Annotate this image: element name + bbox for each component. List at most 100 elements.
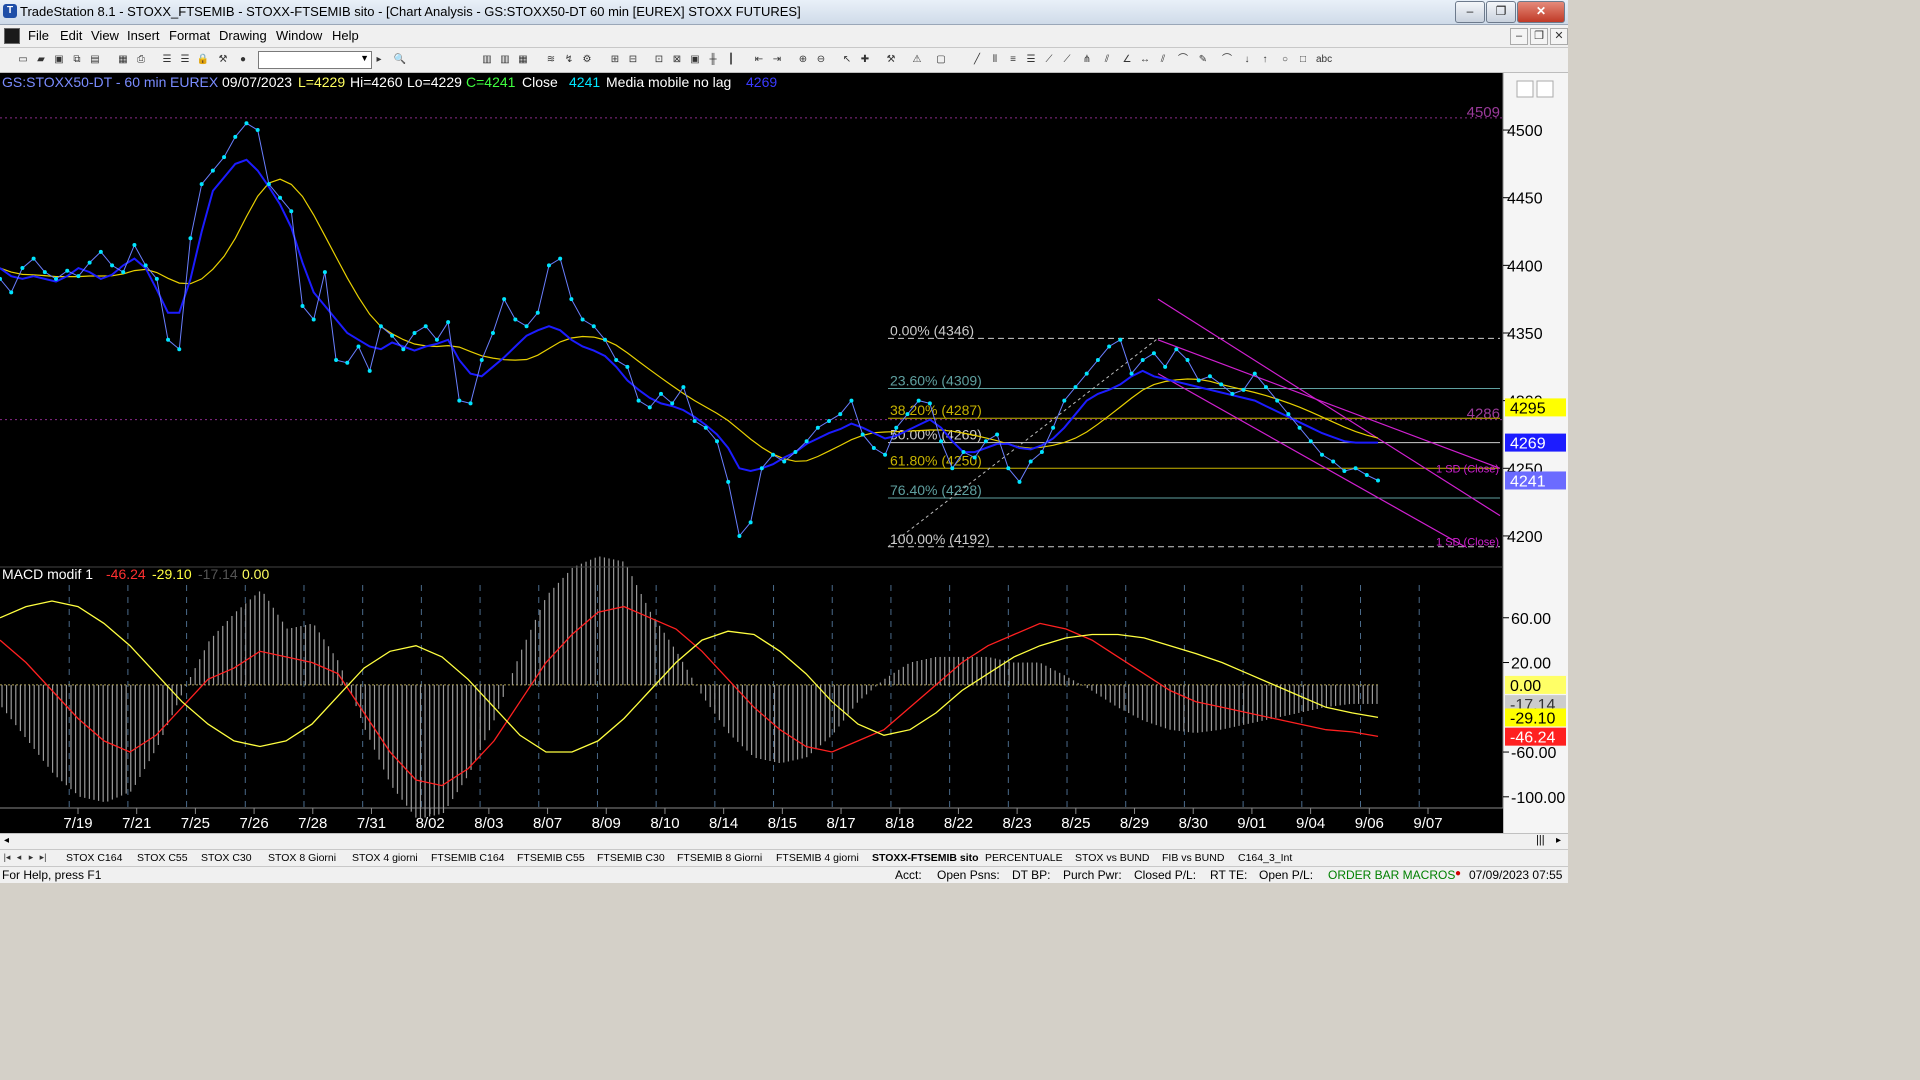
maximize-button[interactable]: ❐ — [1486, 1, 1516, 23]
tab-last-icon[interactable]: ▸| — [38, 851, 48, 864]
minimize-button[interactable]: – — [1455, 1, 1485, 23]
mdi-minimize-button[interactable]: – — [1510, 28, 1528, 45]
tab-stoxx-ftsemib-sito[interactable]: STOXX-FTSEMIB sito — [872, 851, 979, 865]
tab-ftsemib-c30[interactable]: FTSEMIB C30 — [597, 851, 665, 865]
chart-symbol-label: GS:STOXX50-DT - 60 min — [2, 74, 166, 90]
speed-lines-icon[interactable]: ⟋ — [1060, 53, 1074, 66]
tab-stox-vs-bund[interactable]: STOX vs BUND — [1075, 851, 1149, 865]
gann-fan-icon[interactable]: ⟋ — [1042, 53, 1056, 66]
tab-stox-c55[interactable]: STOX C55 — [137, 851, 188, 865]
tab-next-icon[interactable]: ▸ — [26, 851, 36, 864]
paste-icon[interactable]: ▤ — [88, 53, 102, 66]
tab-ftsemib-4-giorni[interactable]: FTSEMIB 4 giorni — [776, 851, 859, 865]
x-tick-label: 8/15 — [768, 815, 797, 832]
tab-ftsemib-c164[interactable]: FTSEMIB C164 — [431, 851, 505, 865]
tab-fib-vs-bund[interactable]: FIB vs BUND — [1162, 851, 1224, 865]
print-preview-icon[interactable]: ▦ — [116, 53, 130, 66]
scroll-right-arrow-icon[interactable]: ▸ — [1556, 835, 1561, 846]
window-layout-icon[interactable]: ▥ — [480, 53, 494, 66]
fib-retracement-icon[interactable]: ☰ — [1024, 53, 1038, 66]
list-icon[interactable]: ☰ — [178, 53, 192, 66]
menu-view[interactable]: View — [91, 28, 119, 43]
data-window-icon[interactable]: ⊞ — [608, 53, 622, 66]
line-chart-icon[interactable]: ▣ — [688, 53, 702, 66]
chart-window-icon[interactable] — [4, 28, 20, 44]
horizontal-lines-icon[interactable]: ≡ — [1006, 53, 1020, 66]
text-icon[interactable]: abc — [1316, 53, 1332, 66]
arrow-down-icon[interactable]: ↓ — [1240, 53, 1254, 66]
ohlc-icon[interactable]: ╫ — [706, 53, 720, 66]
mdi-restore-button[interactable]: ❐ — [1530, 28, 1548, 45]
tab-stox-8-giorni[interactable]: STOX 8 Giorni — [268, 851, 336, 865]
zoom-in-icon[interactable]: ⊕ — [796, 53, 810, 66]
tab-stox-c164[interactable]: STOX C164 — [66, 851, 122, 865]
tab-first-icon[interactable]: |◂ — [2, 851, 12, 864]
candles-icon[interactable]: ⊠ — [670, 53, 684, 66]
volume-icon[interactable]: ┃ — [724, 53, 738, 66]
vertical-lines-icon[interactable]: ⦀ — [988, 53, 1002, 66]
scanner-icon[interactable]: ⊟ — [626, 53, 640, 66]
save-icon[interactable]: ▣ — [52, 53, 66, 66]
indicator-icon[interactable]: ↯ — [562, 53, 576, 66]
scroll-left-arrow-icon[interactable]: ◂ — [4, 835, 9, 846]
symbol-combo[interactable]: ▼ — [258, 51, 372, 69]
print-icon[interactable]: ⎙ — [134, 53, 148, 66]
parallel-lines-icon[interactable]: ⫽ — [1156, 53, 1170, 66]
tab-prev-icon[interactable]: ◂ — [14, 851, 24, 864]
menu-drawing[interactable]: Drawing — [219, 28, 267, 43]
new-icon[interactable]: ▭ — [16, 53, 30, 66]
angle-icon[interactable]: ∠ — [1120, 53, 1134, 66]
window-layout3-icon[interactable]: ▦ — [516, 53, 530, 66]
palette-icon[interactable]: ● — [236, 53, 250, 66]
arc-icon[interactable]: ⌒ — [1176, 53, 1190, 66]
crosshair-icon[interactable]: ✚ — [858, 53, 872, 66]
scroll-left-icon[interactable]: ⇤ — [752, 53, 766, 66]
close-button[interactable]: ✕ — [1517, 1, 1565, 23]
strategy-icon[interactable]: ⚙ — [580, 53, 594, 66]
pointer-icon[interactable]: ↖ — [840, 53, 854, 66]
bars-icon[interactable]: ⊡ — [652, 53, 666, 66]
search-icon[interactable]: 🔍 — [393, 53, 407, 66]
tab-ftsemib-c55[interactable]: FTSEMIB C55 — [517, 851, 585, 865]
menu-help[interactable]: Help — [332, 28, 359, 43]
tab-c164-3-int[interactable]: C164_3_Int — [1238, 851, 1292, 865]
open-icon[interactable]: ▰ — [34, 53, 48, 66]
arrow-right-icon[interactable]: ▸ — [372, 53, 386, 66]
tab-stox-4-giorni[interactable]: STOX 4 giorni — [352, 851, 418, 865]
window-layout2-icon[interactable]: ▥ — [498, 53, 512, 66]
menu-edit[interactable]: Edit — [60, 28, 82, 43]
arrow-up-icon[interactable]: ↑ — [1258, 53, 1272, 66]
lock-icon[interactable]: 🔒 — [196, 53, 210, 66]
menu-file[interactable]: File — [28, 28, 49, 43]
andrews-pitchfork-icon[interactable]: ⋔ — [1080, 53, 1094, 66]
refresh-icon[interactable]: ☰ — [160, 53, 174, 66]
tab-percentuale[interactable]: PERCENTUALE — [985, 851, 1063, 865]
chart-area[interactable]: 7/19 7/21 7/25 7/26 7/28 7/31 8/02 8/03 8/07 8/09… — [0, 73, 1568, 833]
zoom-out-icon[interactable]: ⊖ — [814, 53, 828, 66]
price-point — [1017, 479, 1022, 484]
status-macros[interactable]: ORDER BAR MACROS — [1328, 868, 1455, 882]
copy-icon[interactable]: ⧉ — [70, 53, 84, 66]
mdi-close-button[interactable]: ✕ — [1550, 28, 1568, 45]
scroll-right-icon[interactable]: ⇥ — [770, 53, 784, 66]
menu-insert[interactable]: Insert — [127, 28, 160, 43]
regression-icon[interactable]: ⫽ — [1100, 53, 1114, 66]
menu-format[interactable]: Format — [169, 28, 210, 43]
circle-icon[interactable]: ○ — [1278, 53, 1292, 66]
horizontal-scrollbar[interactable]: ◂ ||| ▸ — [0, 833, 1568, 850]
pencil-icon[interactable]: ✎ — [1196, 53, 1210, 66]
analysis-icon[interactable]: ≋ — [544, 53, 558, 66]
clear-icon[interactable]: ▢ — [934, 53, 948, 66]
trendline-icon[interactable]: ╱ — [970, 53, 984, 66]
chart-svg[interactable]: 7/19 7/21 7/25 7/26 7/28 7/31 8/02 8/03 8/07 8/09… — [0, 73, 1568, 833]
chart-insert-icon[interactable]: ⚒ — [216, 53, 230, 66]
rectangle-icon[interactable]: □ — [1296, 53, 1310, 66]
menu-window[interactable]: Window — [276, 28, 322, 43]
tab-stox-c30[interactable]: STOX C30 — [201, 851, 252, 865]
curve-icon[interactable]: ⌒ — [1220, 53, 1234, 66]
scroll-thumb-icon[interactable]: ||| — [1536, 834, 1545, 846]
alert-icon[interactable]: ⚠ — [910, 53, 924, 66]
horizontal-arrow-icon[interactable]: ↔ — [1138, 53, 1152, 66]
tab-ftsemib-8-giorni[interactable]: FTSEMIB 8 Giorni — [677, 851, 762, 865]
tools-icon[interactable]: ⚒ — [884, 53, 898, 66]
